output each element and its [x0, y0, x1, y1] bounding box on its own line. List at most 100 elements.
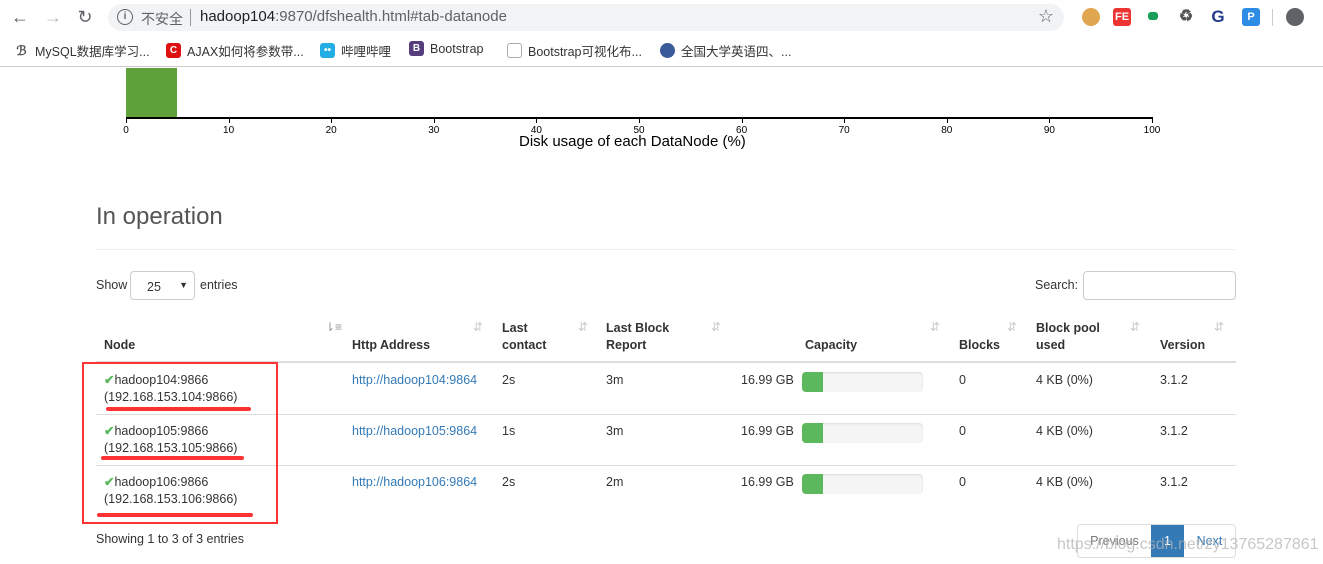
- bookmark-item[interactable]: B Bootstrap: [409, 41, 484, 56]
- address-bar[interactable]: i 不安全 hadoop104:9870/dfshealth.html#tab-…: [108, 4, 1064, 31]
- header-text: Last Block: [606, 321, 670, 335]
- tick-label: 80: [941, 125, 953, 136]
- entries-select[interactable]: 25 ▼: [130, 271, 195, 300]
- tick-mark: [1152, 118, 1153, 123]
- search-input[interactable]: [1083, 271, 1236, 300]
- forward-button[interactable]: →: [42, 6, 64, 28]
- bookmark-item[interactable]: •• 哔哩哔哩: [320, 41, 391, 60]
- tick-label: 0: [123, 125, 129, 136]
- bookmark-label: Bootstrap可视化布...: [528, 45, 642, 59]
- capacity-bar: [802, 474, 923, 494]
- show-label: Show: [96, 278, 128, 292]
- sort-icon[interactable]: ⇵: [1214, 320, 1224, 334]
- table-info: Showing 1 to 3 of 3 entries: [96, 532, 245, 546]
- tick-mark: [228, 118, 230, 123]
- p-icon[interactable]: P: [1242, 8, 1260, 26]
- header-capacity[interactable]: Capacity: [805, 337, 857, 354]
- annotation-underline: [101, 456, 244, 460]
- cookie-icon[interactable]: [1082, 8, 1100, 26]
- header-http-address[interactable]: Http Address: [352, 337, 430, 354]
- reload-button[interactable]: ↻: [74, 6, 96, 28]
- sort-icon[interactable]: ⇵: [930, 320, 940, 334]
- insecure-label: 不安全: [141, 11, 183, 27]
- tick-label: 100: [1143, 125, 1161, 136]
- fe-icon[interactable]: FE: [1113, 8, 1131, 26]
- version: 3.1.2: [1160, 424, 1188, 438]
- tick-label: 20: [325, 125, 337, 136]
- http-address-link[interactable]: http://hadoop106:9864: [352, 475, 477, 489]
- version: 3.1.2: [1160, 475, 1188, 489]
- sort-icon[interactable]: ⇵: [473, 320, 483, 334]
- browser-toolbar: ← → ↻ i 不安全 hadoop104:9870/dfshealth.htm…: [0, 0, 1323, 34]
- http-address-link[interactable]: http://hadoop105:9864: [352, 424, 477, 438]
- capacity-bar: [802, 372, 923, 392]
- sort-icon[interactable]: ⇵: [1007, 320, 1017, 334]
- bookmark-star-icon[interactable]: ☆: [1038, 6, 1054, 27]
- bookmark-label: MySQL数据库学习...: [35, 45, 150, 59]
- capacity-value: 16.99 GB: [741, 475, 794, 489]
- block-pool-used: 4 KB (0%): [1036, 373, 1093, 387]
- blocks: 0: [959, 424, 966, 438]
- bookmark-item[interactable]: 全国大学英语四、...: [660, 41, 791, 60]
- last-block-report: 3m: [606, 373, 624, 387]
- url-host: hadoop104: [200, 8, 276, 25]
- capacity-bar-fill: [802, 372, 823, 392]
- header-last-block-report[interactable]: Last Block Report: [606, 320, 669, 354]
- header-version[interactable]: Version: [1160, 337, 1205, 354]
- last-contact: 2s: [502, 373, 516, 387]
- url-path: :9870/dfshealth.html#tab-datanode: [275, 8, 507, 25]
- bookmark-item[interactable]: ℬ MySQL数据库学习...: [14, 41, 150, 60]
- version: 3.1.2: [1160, 373, 1188, 387]
- sort-icon[interactable]: ⇵: [711, 320, 721, 334]
- mysql-icon: ℬ: [16, 43, 27, 58]
- header-text: Report: [606, 338, 647, 352]
- tick-mark: [844, 118, 846, 123]
- last-block-report: 2m: [606, 475, 624, 489]
- last-block-report: 3m: [606, 424, 624, 438]
- info-icon[interactable]: i: [117, 9, 133, 25]
- entries-label: entries: [200, 278, 238, 292]
- profile-avatar-icon[interactable]: [1286, 8, 1304, 26]
- capacity-bar-fill: [802, 474, 823, 494]
- bookmark-label: 哔哩哔哩: [341, 45, 392, 59]
- bookmark-label: AJAX如何将参数带...: [187, 45, 304, 59]
- capacity-value: 16.99 GB: [741, 373, 794, 387]
- header-last-contact[interactable]: Last contact: [502, 320, 546, 354]
- annotation-underline: [106, 407, 251, 411]
- header-node[interactable]: Node: [104, 337, 135, 354]
- disk-usage-histogram: 0 10 20 30 40 50 60 70 80 90 100 Disk usage of eac…: [0, 68, 1323, 158]
- back-button[interactable]: ←: [9, 6, 31, 28]
- sort-icon[interactable]: ⇵: [1130, 320, 1140, 334]
- recycle-icon[interactable]: ♻: [1177, 8, 1195, 26]
- bookmark-label: 全国大学英语四、...: [681, 45, 792, 59]
- header-block-pool-used[interactable]: Block pool used: [1036, 320, 1100, 354]
- tick-mark: [433, 118, 435, 123]
- bookmark-item[interactable]: Bootstrap可视化布...: [507, 41, 642, 60]
- tick-mark: [536, 118, 538, 123]
- cet-icon: [660, 43, 675, 58]
- search-label: Search:: [1035, 278, 1079, 292]
- blocks: 0: [959, 373, 966, 387]
- tick-label: 30: [428, 125, 440, 136]
- bookmark-label: Bootstrap: [430, 41, 484, 56]
- divider: [1272, 9, 1273, 26]
- g-icon[interactable]: G: [1209, 8, 1227, 26]
- tick-mark: [639, 118, 640, 123]
- url-text[interactable]: hadoop104:9870/dfshealth.html#tab-datano…: [200, 8, 507, 25]
- tick-mark: [741, 118, 743, 123]
- sort-icon[interactable]: ⇵: [578, 320, 588, 334]
- green-ext-icon[interactable]: [1148, 12, 1158, 20]
- chevron-down-icon: ▼: [179, 280, 188, 290]
- header-blocks[interactable]: Blocks: [959, 337, 1000, 354]
- tick-label: 90: [1043, 125, 1055, 136]
- bookmark-item[interactable]: C AJAX如何将参数带...: [166, 41, 304, 60]
- header-text: Block pool: [1036, 321, 1100, 335]
- capacity-value: 16.99 GB: [741, 424, 794, 438]
- header-text: Last: [502, 321, 528, 335]
- http-address-link[interactable]: http://hadoop104:9864: [352, 373, 477, 387]
- watermark: https://blog.csdn.net/zy13765287861: [1057, 536, 1319, 553]
- histogram-bar: [126, 68, 178, 117]
- layout-icon: [507, 43, 522, 58]
- sort-asc-icon[interactable]: ⇂≡: [325, 320, 342, 334]
- tick-mark: [126, 118, 127, 123]
